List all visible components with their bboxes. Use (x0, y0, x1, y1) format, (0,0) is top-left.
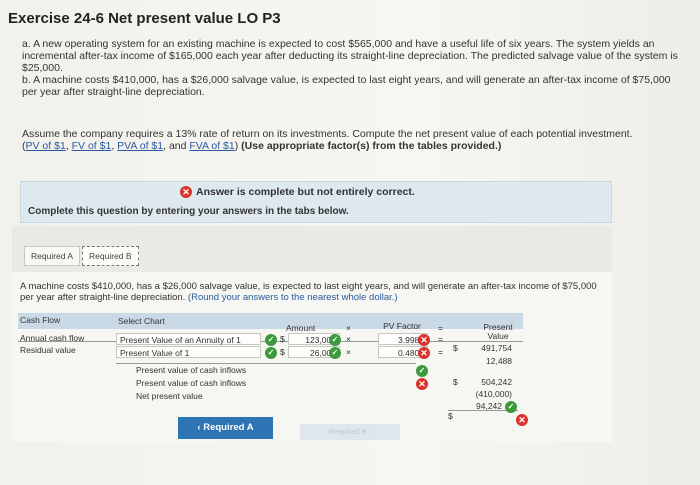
prev-label: Required A (203, 422, 254, 433)
row2-chart-select[interactable]: Present Value of 1 (116, 346, 261, 358)
row2-present-value: 12,488 (486, 356, 512, 366)
next-label: Required B (328, 427, 367, 436)
link-fv-of-1[interactable]: FV of $1 (72, 140, 112, 152)
header-select-chart: Select Chart (118, 316, 165, 326)
summary-pv-inflows-2-value: (410,000) (475, 389, 512, 399)
next-required-b-button[interactable]: Required B › (300, 424, 400, 440)
status-message-text: Answer is complete but not entirely corr… (196, 186, 415, 198)
row1-chart-select[interactable]: Present Value of an Annuity of 1 (116, 333, 261, 345)
summary-npv-currency: $ (448, 411, 453, 421)
assume-sentence: Assume the company requires a 13% rate o… (22, 128, 633, 140)
row2-times: × (346, 347, 351, 357)
incorrect-icon: ✕ (180, 186, 192, 198)
row2-chart-correct-icon: ✓ (265, 347, 277, 359)
question-b: b. A machine costs $410,000, has a $26,0… (22, 74, 671, 98)
row1-chart-correct-icon: ✓ (265, 334, 277, 346)
row1-currency: $ (280, 334, 285, 344)
summary1-correct-icon: ✓ (416, 365, 428, 377)
instruction-text: (Use appropriate factor(s) from the tabl… (241, 140, 502, 152)
header-present-value: Present Value (483, 322, 513, 341)
status-message: ✕ Answer is complete but not entirely co… (180, 186, 415, 198)
summary-pv-inflows-label: Present value of cash inflows (136, 365, 247, 375)
page: Exercise 24-6 Net present value LO P3 a.… (0, 0, 700, 485)
row1-cash-flow: Annual cash flow (20, 333, 85, 343)
row1-factor-incorrect-icon: ✕ (418, 334, 430, 346)
tab-description: A machine costs $410,000, has a $26,000 … (20, 281, 610, 303)
row1-times: × (346, 334, 351, 344)
npv-table: Cash Flow Select Chart Amount × PV Facto… (18, 313, 528, 426)
header-cash-flow: Cash Flow (20, 315, 61, 325)
round-note: (Round your answers to the nearest whole… (187, 292, 398, 303)
prev-required-a-button[interactable]: ‹ Required A (178, 417, 273, 439)
link-fva-of-1[interactable]: FVA of $1 (189, 140, 234, 152)
row2-equals: = (438, 347, 443, 357)
row1-present-value: 491,754 (481, 343, 512, 353)
summary2-incorrect-icon: ✕ (416, 378, 428, 390)
summary-npv-value: 94,242 (476, 401, 502, 411)
sep: , and (163, 140, 190, 152)
header-times: × (346, 323, 351, 333)
link-pv-of-1[interactable]: PV of $1 (26, 140, 66, 152)
summary-pv-inflows-value: 504,242 (481, 377, 512, 387)
row2-cash-flow: Residual value (20, 345, 76, 355)
row1-equals: = (438, 334, 443, 344)
table-links: (PV of $1, FV of $1, PVA of $1, and FVA … (22, 140, 242, 152)
header-bar (18, 313, 523, 329)
row-divider (116, 363, 416, 364)
summary-npv-label: Net present value (136, 391, 203, 401)
tab-required-a[interactable]: Required A (24, 246, 81, 266)
row2-amount-correct-icon: ✓ (329, 347, 341, 359)
header-amount: Amount (286, 323, 316, 333)
header-pv-factor: PV Factor (383, 321, 421, 331)
page-title: Exercise 24-6 Net present value LO P3 (8, 10, 281, 27)
row1-amount-correct-icon: ✓ (329, 334, 341, 346)
summary-npv-correct-icon: ✓ (505, 401, 517, 413)
assumption-text: Assume the company requires a 13% rate o… (22, 128, 692, 152)
tab-required-b[interactable]: Required B (82, 246, 139, 266)
complete-instruction: Complete this question by entering your … (28, 206, 349, 217)
summary-pv-inflows-2-label: Present value of cash inflows (136, 378, 247, 388)
summary-npv-incorrect-icon: ✕ (516, 414, 528, 426)
row2-factor-incorrect-icon: ✕ (418, 347, 430, 359)
link-pva-of-1[interactable]: PVA of $1 (117, 140, 163, 152)
header-equals: = (438, 323, 443, 333)
question-a: a. A new operating system for an existin… (22, 38, 678, 74)
row2-currency: $ (280, 347, 285, 357)
